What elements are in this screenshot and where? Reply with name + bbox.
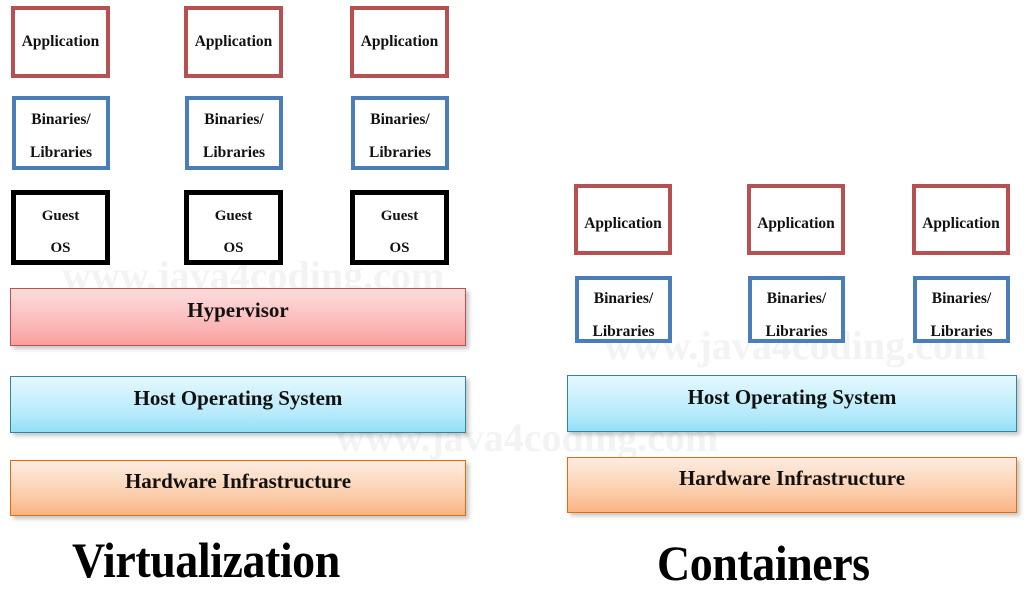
guest-os-box: Guest OS <box>184 190 283 265</box>
binaries-libraries-box: Binaries/ Libraries <box>12 96 110 170</box>
diagram-canvas: www.java4coding.com www.java4coding.com … <box>0 0 1031 601</box>
box-label: Binaries/ <box>931 290 992 307</box>
binaries-libraries-box: Binaries/ Libraries <box>351 96 449 170</box>
application-box: Application <box>11 6 110 78</box>
box-label: Binaries/ <box>593 290 654 307</box>
application-box: Application <box>184 6 283 78</box>
box-label: Libraries <box>765 322 828 340</box>
box-label: Application <box>360 33 439 51</box>
box-label: Binaries/ <box>204 111 264 128</box>
box-label: OS <box>223 240 244 256</box>
host-operating-system-band: Host Operating System <box>10 376 466 433</box>
band-label: Hardware Infrastructure <box>678 466 906 490</box>
band-label: Hardware Infrastructure <box>124 469 352 493</box>
box-label: OS <box>50 240 71 256</box>
box-label: Libraries <box>930 322 993 340</box>
hypervisor-band: Hypervisor <box>10 288 466 346</box>
band-label: Host Operating System <box>133 385 343 410</box>
hardware-infrastructure-band: Hardware Infrastructure <box>567 457 1017 513</box>
box-label: Libraries <box>369 143 431 161</box>
box-label: Binaries/ <box>370 111 430 128</box>
guest-os-box: Guest OS <box>11 190 110 265</box>
box-label: Guest <box>380 208 419 224</box>
diagram-title-containers: Containers <box>657 535 870 591</box>
box-label: Application <box>757 215 835 232</box>
box-label: Guest <box>214 208 253 224</box>
box-label: Libraries <box>203 143 265 161</box>
band-label: Host Operating System <box>687 384 897 409</box>
host-operating-system-band: Host Operating System <box>567 375 1017 432</box>
application-box: Application <box>747 184 845 255</box>
box-label: Guest <box>41 208 80 224</box>
box-label: Libraries <box>592 322 655 340</box>
binaries-libraries-box: Binaries/ Libraries <box>748 276 845 343</box>
hardware-infrastructure-band: Hardware Infrastructure <box>10 460 466 516</box>
application-box: Application <box>574 184 672 255</box>
application-box: Application <box>912 184 1010 255</box>
band-label: Hypervisor <box>187 298 289 322</box>
box-label: Binaries/ <box>31 111 91 128</box>
box-label: Libraries <box>30 143 92 161</box>
box-label: Application <box>584 215 662 232</box>
binaries-libraries-box: Binaries/ Libraries <box>913 276 1010 343</box>
diagram-title-virtualization: Virtualization <box>72 532 340 588</box>
binaries-libraries-box: Binaries/ Libraries <box>575 276 672 343</box>
box-label: Binaries/ <box>766 290 827 307</box>
box-label: Application <box>194 33 273 51</box>
box-label: Application <box>922 215 1000 232</box>
application-box: Application <box>350 6 449 78</box>
binaries-libraries-box: Binaries/ Libraries <box>185 96 283 170</box>
box-label: Application <box>21 33 100 51</box>
box-label: OS <box>389 240 410 256</box>
guest-os-box: Guest OS <box>350 190 449 265</box>
